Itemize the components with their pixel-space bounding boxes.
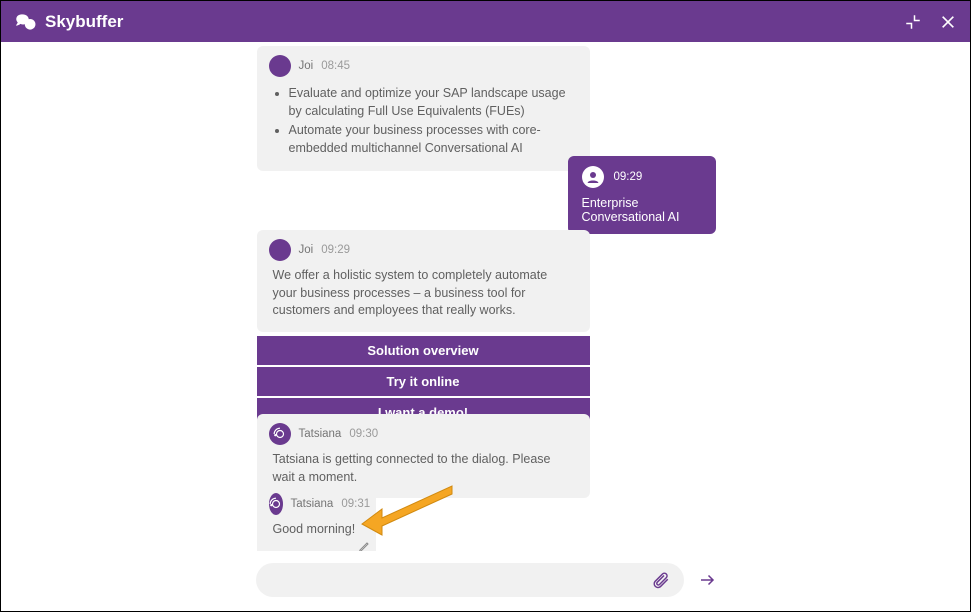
chat-bubble-icon [15, 11, 37, 33]
message-text: Evaluate and optimize your SAP landscape… [289, 85, 574, 120]
paperclip-icon[interactable] [652, 571, 670, 589]
solution-overview-button[interactable]: Solution overview [257, 336, 590, 365]
message-input[interactable] [270, 573, 652, 588]
app-window: Skybuffer Joi 08:45 [0, 0, 971, 612]
avatar-bot-icon [269, 55, 291, 77]
header-bar: Skybuffer [1, 1, 970, 42]
sender-name: Tatsiana [299, 426, 342, 442]
edit-icon[interactable] [358, 541, 370, 552]
message-text: We offer a holistic system to completely… [273, 267, 574, 320]
timestamp: 09:30 [349, 426, 378, 442]
avatar-agent-icon [269, 423, 291, 445]
message-input-wrap[interactable] [256, 563, 684, 597]
timestamp: 08:45 [321, 58, 350, 74]
minimize-icon[interactable] [904, 13, 922, 31]
avatar-agent-icon [269, 493, 283, 515]
timestamp: 09:29 [321, 242, 350, 258]
message-text: Automate your business processes with co… [289, 122, 574, 157]
sender-name: Joi [299, 58, 314, 74]
logo-wrap: Skybuffer [15, 11, 123, 33]
send-icon[interactable] [698, 571, 716, 589]
sender-name: Joi [299, 242, 314, 258]
message-bot: Joi 09:29 We offer a holistic system to … [257, 230, 590, 427]
message-user: 09:29 Enterprise Conversational AI [568, 156, 716, 234]
timestamp: 09:31 [341, 496, 370, 512]
message-agent: Tatsiana 09:31 Good morning! [257, 484, 376, 551]
try-it-online-button[interactable]: Try it online [257, 367, 590, 396]
timestamp: 09:29 [614, 171, 643, 183]
avatar-bot-icon [269, 239, 291, 261]
message-text: Good morning! [273, 521, 360, 539]
app-title: Skybuffer [45, 12, 123, 32]
composer-bar [256, 563, 716, 597]
avatar-user-icon [582, 166, 604, 188]
message-text: Enterprise Conversational AI [582, 196, 702, 224]
sender-name: Tatsiana [291, 496, 334, 512]
chat-area: Joi 08:45 Evaluate and optimize your SAP… [1, 42, 970, 551]
message-bot: Joi 08:45 Evaluate and optimize your SAP… [257, 46, 590, 171]
close-icon[interactable] [940, 14, 956, 30]
message-text: Tatsiana is getting connected to the dia… [273, 451, 574, 486]
